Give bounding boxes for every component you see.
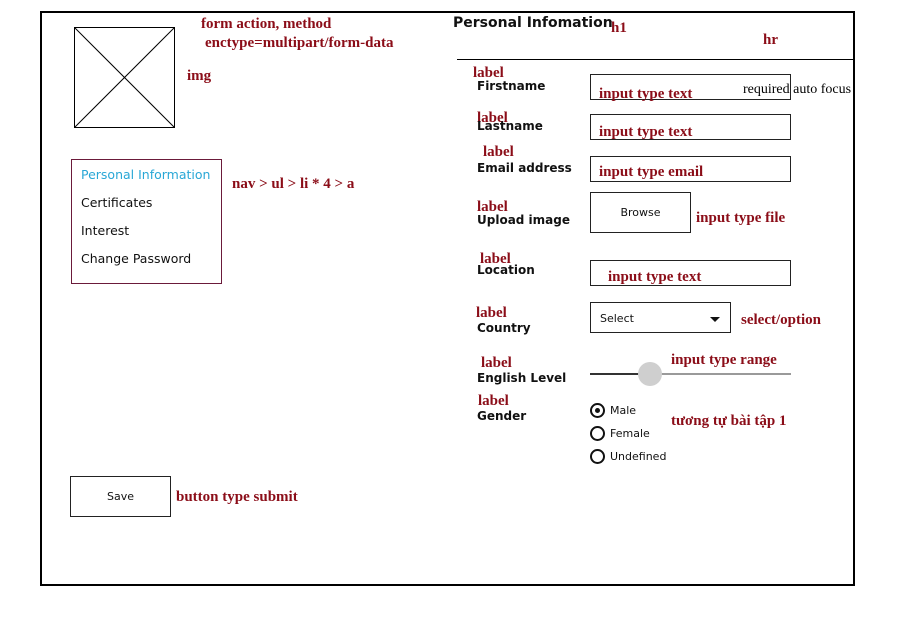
side-nav: Personal Information Certificates Intere…: [71, 159, 222, 284]
label-location: Location: [477, 263, 535, 277]
nav-link-change-password[interactable]: Change Password: [81, 251, 191, 266]
annotation-radio: tương tự bài tập 1: [671, 413, 787, 429]
annotation-input-email: input type email: [599, 164, 704, 180]
radio-female[interactable]: [590, 426, 605, 441]
label-english: English Level: [477, 371, 567, 385]
save-button[interactable]: Save: [70, 476, 171, 517]
annotation-input-firstname: input type text: [599, 86, 693, 102]
annotation-form-line1: form action, method: [201, 16, 332, 32]
annotation-nav: nav > ul > li * 4 > a: [232, 176, 355, 192]
radio-undefined[interactable]: [590, 449, 605, 464]
annotation-img: img: [187, 68, 212, 84]
annotation-input-location: input type text: [608, 269, 702, 285]
label-lastname: Lastname: [477, 119, 543, 133]
radio-male[interactable]: [590, 403, 605, 418]
chevron-down-icon: [710, 317, 720, 322]
annotation-form-line2: enctype=multipart/form-data: [205, 35, 394, 51]
annotation-h1: h1: [611, 20, 627, 36]
annotation-select: select/option: [741, 312, 821, 328]
nav-link-certificates[interactable]: Certificates: [81, 195, 152, 210]
annotation-label-english: label: [481, 355, 512, 371]
annotation-label-email: label: [483, 144, 514, 160]
label-upload: Upload image: [477, 213, 570, 227]
nav-item-certificates[interactable]: Certificates: [81, 195, 152, 210]
annotation-range: input type range: [671, 352, 777, 368]
radio-label-female: Female: [610, 427, 650, 440]
label-country: Country: [477, 321, 531, 335]
nav-link-interest[interactable]: Interest: [81, 223, 129, 238]
page-title: Personal Infomation: [453, 15, 613, 31]
label-email: Email address: [477, 161, 572, 175]
divider: [457, 59, 855, 60]
nav-item-interest[interactable]: Interest: [81, 223, 129, 238]
radio-label-male: Male: [610, 404, 637, 417]
radio-label-undefined: Undefined: [610, 450, 667, 463]
nav-item-change-password[interactable]: Change Password: [81, 251, 191, 266]
nav-item-personal-information[interactable]: Personal Information: [81, 167, 210, 182]
label-gender: Gender: [477, 409, 527, 423]
label-firstname: Firstname: [477, 79, 546, 93]
country-select[interactable]: Select: [590, 302, 731, 333]
annotation-button: button type submit: [176, 489, 298, 505]
annotation-required: required auto focus: [743, 82, 852, 97]
annotation-input-lastname: input type text: [599, 124, 693, 140]
annotation-input-file: input type file: [696, 210, 786, 226]
annotation-label-country: label: [476, 305, 507, 321]
annotation-hr: hr: [763, 32, 778, 48]
annotation-label-gender: label: [478, 393, 509, 409]
nav-link-personal-information[interactable]: Personal Information: [81, 167, 210, 182]
browse-button[interactable]: Browse: [590, 192, 691, 233]
select-value: Select: [600, 312, 634, 325]
image-placeholder: [74, 27, 175, 128]
